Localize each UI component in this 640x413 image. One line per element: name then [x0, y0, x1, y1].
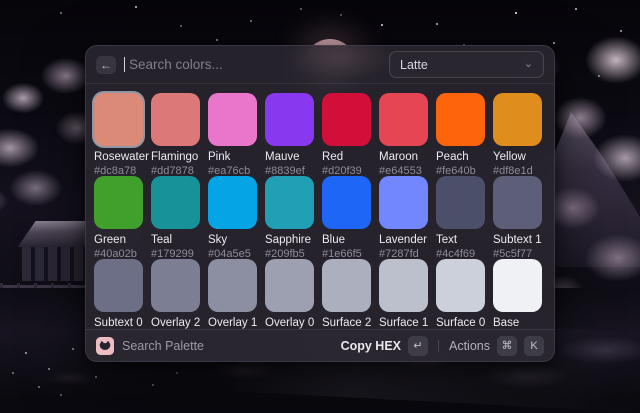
color-name: Subtext 0: [94, 317, 143, 329]
color-swatch[interactable]: [208, 259, 257, 312]
color-swatch[interactable]: [208, 176, 257, 229]
color-swatch[interactable]: [265, 93, 314, 146]
color-swatch[interactable]: [208, 93, 257, 146]
color-swatch[interactable]: [436, 93, 485, 146]
color-swatch-cell[interactable]: Teal#179299: [151, 176, 200, 259]
color-name: Teal: [151, 234, 200, 246]
color-swatch[interactable]: [379, 176, 428, 229]
color-swatch-cell[interactable]: Sapphire#209fb5: [265, 176, 314, 259]
color-swatch-cell[interactable]: Surface 0: [436, 259, 485, 331]
chevron-down-icon: ⌄: [524, 59, 533, 70]
color-swatch-cell[interactable]: Surface 1: [379, 259, 428, 331]
color-swatch-cell[interactable]: Overlay 1: [208, 259, 257, 331]
color-name: Mauve: [265, 151, 314, 163]
footer-actions: Copy HEX ↵ Actions ⌘ K: [341, 336, 544, 356]
color-swatch[interactable]: [265, 259, 314, 312]
color-swatch[interactable]: [94, 93, 143, 146]
color-swatch[interactable]: [94, 259, 143, 312]
color-swatch-cell[interactable]: Maroon#e64553: [379, 93, 428, 176]
color-swatch[interactable]: [322, 259, 371, 312]
return-key-icon: ↵: [408, 336, 428, 356]
color-swatch[interactable]: [436, 176, 485, 229]
color-name: Overlay 1: [208, 317, 257, 329]
color-search-window: ← Search colors... Latte ⌄ Rosewater#dc8…: [85, 45, 555, 362]
color-swatch[interactable]: [265, 176, 314, 229]
color-swatch[interactable]: [379, 259, 428, 312]
text-caret: [124, 57, 125, 72]
search-input[interactable]: Search colors...: [129, 57, 223, 72]
color-name: Text: [436, 234, 485, 246]
color-name: Sapphire: [265, 234, 314, 246]
color-swatch[interactable]: [379, 93, 428, 146]
color-swatch[interactable]: [493, 176, 542, 229]
command-key-icon: ⌘: [497, 336, 517, 356]
color-swatch[interactable]: [322, 176, 371, 229]
color-swatch-cell[interactable]: Surface 2: [322, 259, 371, 331]
color-swatch-cell[interactable]: Lavender#7287fd: [379, 176, 428, 259]
action-bar: Search Palette Copy HEX ↵ Actions ⌘ K: [86, 329, 554, 361]
color-swatch[interactable]: [493, 93, 542, 146]
color-name: Overlay 0: [265, 317, 314, 329]
back-button[interactable]: ←: [96, 56, 116, 74]
arrow-left-icon: ←: [100, 58, 112, 72]
color-swatch-cell[interactable]: Subtext 0: [94, 259, 143, 331]
color-swatch-cell[interactable]: Red#d20f39: [322, 93, 371, 176]
color-name: Maroon: [379, 151, 428, 163]
color-swatch-cell[interactable]: Overlay 0: [265, 259, 314, 331]
color-name: Yellow: [493, 151, 542, 163]
color-name: Base: [493, 317, 542, 329]
color-name: Subtext 1: [493, 234, 542, 246]
color-swatch[interactable]: [151, 176, 200, 229]
color-swatch-cell[interactable]: Green#40a02b: [94, 176, 143, 259]
color-swatch-cell[interactable]: Rosewater#dc8a78: [94, 93, 143, 176]
color-swatch-cell[interactable]: Yellow#df8e1d: [493, 93, 542, 176]
copy-hex-button[interactable]: Copy HEX: [341, 339, 401, 353]
color-name: Lavender: [379, 234, 428, 246]
color-swatch-cell[interactable]: Text#4c4f69: [436, 176, 485, 259]
color-name: Peach: [436, 151, 485, 163]
color-swatch[interactable]: [94, 176, 143, 229]
color-swatch-cell[interactable]: Peach#fe640b: [436, 93, 485, 176]
flavor-dropdown[interactable]: Latte ⌄: [389, 51, 544, 78]
color-swatch[interactable]: [151, 259, 200, 312]
k-key-icon: K: [524, 336, 544, 356]
color-swatch-cell[interactable]: Pink#ea76cb: [208, 93, 257, 176]
color-name: Flamingo: [151, 151, 200, 163]
color-name: Surface 0: [436, 317, 485, 329]
footer-divider: [438, 340, 439, 352]
color-name: Sky: [208, 234, 257, 246]
color-swatch[interactable]: [151, 93, 200, 146]
color-swatch-cell[interactable]: Base: [493, 259, 542, 331]
color-name: Red: [322, 151, 371, 163]
color-grid: Rosewater#dc8a78Flamingo#dd7878Pink#ea76…: [94, 93, 554, 331]
color-swatch-cell[interactable]: Sky#04a5e5: [208, 176, 257, 259]
color-swatch-cell[interactable]: Mauve#8839ef: [265, 93, 314, 176]
color-name: Surface 1: [379, 317, 428, 329]
color-swatch[interactable]: [493, 259, 542, 312]
catppuccin-cat-icon: [96, 337, 114, 355]
color-swatch-cell[interactable]: Subtext 1#5c5f77: [493, 176, 542, 259]
color-name: Rosewater: [94, 151, 143, 163]
color-name: Blue: [322, 234, 371, 246]
color-name: Surface 2: [322, 317, 371, 329]
app-name: Search Palette: [122, 339, 204, 353]
palette-grid-viewport: Rosewater#dc8a78Flamingo#dd7878Pink#ea76…: [86, 84, 554, 331]
color-swatch-cell[interactable]: Overlay 2: [151, 259, 200, 331]
flavor-dropdown-value: Latte: [400, 58, 428, 72]
color-swatch[interactable]: [322, 93, 371, 146]
search-header: ← Search colors... Latte ⌄: [86, 46, 554, 84]
actions-button[interactable]: Actions: [449, 339, 490, 353]
color-swatch[interactable]: [436, 259, 485, 312]
color-swatch-cell[interactable]: Blue#1e66f5: [322, 176, 371, 259]
color-name: Pink: [208, 151, 257, 163]
color-swatch-cell[interactable]: Flamingo#dd7878: [151, 93, 200, 176]
color-name: Overlay 2: [151, 317, 200, 329]
color-name: Green: [94, 234, 143, 246]
